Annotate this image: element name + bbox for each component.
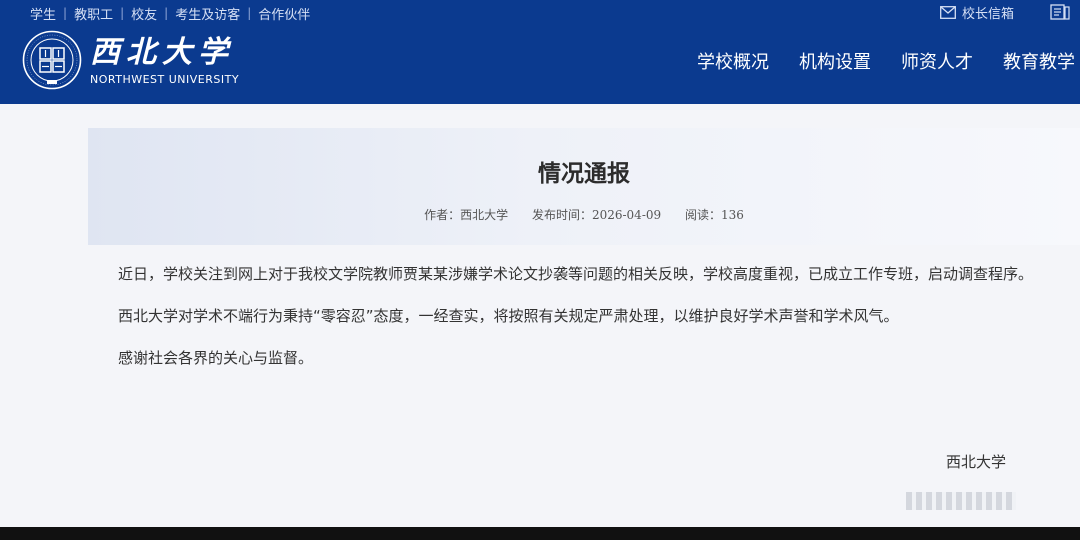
top-link-visitors[interactable]: 考生及访客: [175, 4, 240, 23]
site-header: 学生 | 教职工 | 校友 | 考生及访客 | 合作伙伴 校长信箱 西北大学 N…: [0, 0, 1080, 104]
top-link-alumni[interactable]: 校友: [131, 4, 157, 23]
nav-item-faculty[interactable]: 师资人才: [901, 48, 973, 74]
divider: |: [164, 6, 169, 20]
document-icon[interactable]: [1050, 4, 1070, 20]
top-link-partners[interactable]: 合作伙伴: [258, 4, 310, 23]
article-title-box: 情况通报 作者：西北大学 发布时间：2026-04-09 阅读：136: [88, 128, 1080, 245]
blurred-watermark: [906, 492, 1016, 510]
top-links: 学生 | 教职工 | 校友 | 考生及访客 | 合作伙伴: [30, 4, 310, 23]
article-paragraph: 近日，学校关注到网上对于我校文学院教师贾某某涉嫌学术论文抄袭等问题的相关反映，学…: [118, 265, 1034, 283]
article-date: 发布时间：2026-04-09: [531, 208, 662, 222]
president-mailbox-link[interactable]: 校长信箱: [940, 3, 1014, 22]
article-title: 情况通报: [538, 161, 630, 187]
article-paragraph: 感谢社会各界的关心与监督。: [118, 349, 314, 367]
nav-item-education[interactable]: 教育教学: [1003, 48, 1075, 74]
university-seal-icon: [22, 30, 82, 90]
logo-chinese-name: 西北大学: [90, 34, 234, 70]
article-author: 作者：西北大学: [424, 208, 509, 222]
logo-text: 西北大学 NORTHWEST UNIVERSITY: [90, 35, 239, 86]
divider: |: [63, 6, 68, 20]
top-link-staff[interactable]: 教职工: [74, 4, 113, 23]
divider: |: [120, 6, 125, 20]
nav-item-organization[interactable]: 机构设置: [799, 48, 871, 74]
bottom-bar: [0, 527, 1080, 540]
main-nav: 学校概况 机构设置 师资人才 教育教学: [697, 48, 1075, 74]
top-link-students[interactable]: 学生: [30, 4, 56, 23]
divider: |: [247, 6, 252, 20]
top-right-tools: 校长信箱: [940, 3, 1080, 22]
article-reads: 阅读：136: [684, 208, 744, 222]
article-body: 近日，学校关注到网上对于我校文学院教师贾某某涉嫌学术论文抄袭等问题的相关反映，学…: [88, 262, 1048, 388]
article-signature: 西北大学: [945, 453, 1006, 471]
article-paragraph: 西北大学对学术不端行为秉持“零容忍”态度，一经查实，将按照有关规定严肃处理，以维…: [118, 307, 899, 325]
mail-icon: [940, 5, 956, 19]
mailbox-label: 校长信箱: [961, 6, 1014, 22]
logo-english-name: NORTHWEST UNIVERSITY: [90, 72, 240, 86]
nav-item-overview[interactable]: 学校概况: [697, 48, 769, 74]
article-meta: 作者：西北大学 发布时间：2026-04-09 阅读：136: [88, 206, 1080, 223]
university-logo[interactable]: 西北大学 NORTHWEST UNIVERSITY: [22, 30, 239, 90]
